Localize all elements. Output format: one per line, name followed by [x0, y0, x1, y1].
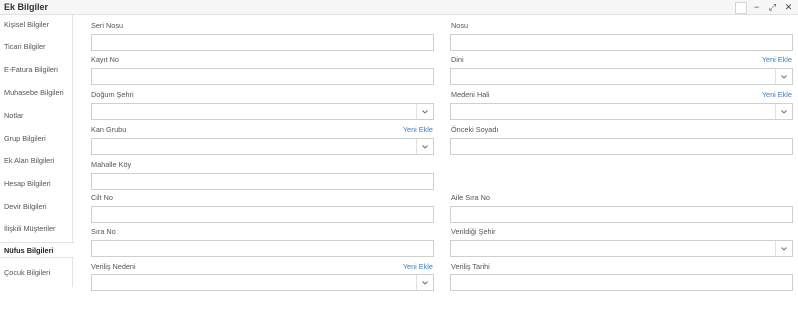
- mahalle-koy-label: Mahalle Köy: [91, 160, 132, 169]
- aile-sira-no-label: Aile Sıra No: [451, 193, 490, 202]
- sidebar-item-ticari-bilgiler[interactable]: Ticari Bilgiler: [0, 39, 73, 55]
- sira-no-label: Sıra No: [91, 227, 116, 236]
- verilis-tarihi-label: Veriliş Tarihi: [451, 262, 490, 271]
- cilt-no-label: Cilt No: [91, 193, 113, 202]
- verildigi-sehir-label: Verildiği Şehir: [451, 227, 496, 236]
- dini-select[interactable]: [450, 68, 793, 85]
- seri-nosu-label: Seri Nosu: [91, 21, 124, 30]
- window-controls: − ⤢ ✕: [735, 1, 795, 14]
- seri-nosu-input[interactable]: [91, 34, 434, 51]
- chevron-down-icon: [416, 275, 433, 290]
- sidebar-item-grup-bilgileri[interactable]: Grup Bilgileri: [0, 131, 73, 147]
- window-title: Ek Bilgiler: [4, 2, 49, 12]
- medeni-hali-select[interactable]: [450, 103, 793, 120]
- expand-icon[interactable]: ⤢: [766, 1, 779, 14]
- dini-add-new-link[interactable]: Yeni Ekle: [762, 55, 792, 64]
- chevron-down-icon: [416, 104, 433, 119]
- chevron-down-icon: [775, 241, 792, 256]
- kan-grubu-label: Kan Grubu: [91, 125, 127, 134]
- sidebar: Kişisel Bilgiler Ticari Bilgiler E-Fatur…: [0, 15, 74, 287]
- cilt-no-input[interactable]: [91, 206, 434, 223]
- dogum-sehri-select[interactable]: [91, 103, 434, 120]
- mahalle-koy-input[interactable]: [91, 173, 434, 190]
- aile-sira-no-input[interactable]: [450, 206, 793, 223]
- sira-no-input[interactable]: [91, 240, 434, 257]
- sidebar-item-ek-alan-bilgileri[interactable]: Ek Alan Bilgileri: [0, 153, 73, 169]
- kan-grubu-add-new-link[interactable]: Yeni Ekle: [403, 125, 433, 134]
- verilis-nedeni-select[interactable]: [91, 274, 434, 291]
- onceki-soyadi-input[interactable]: [450, 138, 793, 155]
- sidebar-item-kisisel-bilgiler[interactable]: Kişisel Bilgiler: [0, 17, 73, 33]
- medeni-hali-add-new-link[interactable]: Yeni Ekle: [762, 90, 792, 99]
- dini-label: Dini: [451, 55, 464, 64]
- dogum-sehri-label: Doğum Şehri: [91, 90, 134, 99]
- verilis-tarihi-input[interactable]: [450, 274, 793, 291]
- kayit-no-input[interactable]: [91, 68, 434, 85]
- sidebar-item-notlar[interactable]: Notlar: [0, 108, 73, 124]
- minimize-icon[interactable]: −: [750, 1, 763, 14]
- window-titlebar: Ek Bilgiler − ⤢ ✕: [0, 0, 798, 15]
- verilis-nedeni-add-new-link[interactable]: Yeni Ekle: [403, 262, 433, 271]
- sidebar-item-cocuk-bilgileri[interactable]: Çocuk Bilgileri: [0, 265, 73, 281]
- close-icon[interactable]: ✕: [782, 1, 795, 14]
- chevron-down-icon: [416, 139, 433, 154]
- onceki-soyadi-label: Önceki Soyadı: [451, 125, 499, 134]
- nosu-input[interactable]: [450, 34, 793, 51]
- chevron-down-icon: [775, 104, 792, 119]
- square-box-icon[interactable]: [735, 1, 747, 14]
- sidebar-item-e-fatura-bilgileri[interactable]: E-Fatura Bilgileri: [0, 62, 73, 78]
- sidebar-item-iliskili-musteriler[interactable]: İlişkili Müşteriler: [0, 221, 73, 237]
- sidebar-item-devir-bilgileri[interactable]: Devir Bilgileri: [0, 199, 73, 215]
- sidebar-item-muhasebe-bilgileri[interactable]: Muhasebe Bilgileri: [0, 85, 73, 101]
- chevron-down-icon: [775, 69, 792, 84]
- nosu-label: Nosu: [451, 21, 469, 30]
- sidebar-item-hesap-bilgileri[interactable]: Hesap Bilgileri: [0, 176, 73, 192]
- kan-grubu-select[interactable]: [91, 138, 434, 155]
- verildigi-sehir-select[interactable]: [450, 240, 793, 257]
- medeni-hali-label: Medeni Hali: [451, 90, 490, 99]
- sidebar-item-nufus-bilgileri[interactable]: Nüfus Bilgileri: [0, 242, 74, 258]
- verilis-nedeni-label: Veriliş Nedeni: [91, 262, 136, 271]
- kayit-no-label: Kayıt No: [91, 55, 119, 64]
